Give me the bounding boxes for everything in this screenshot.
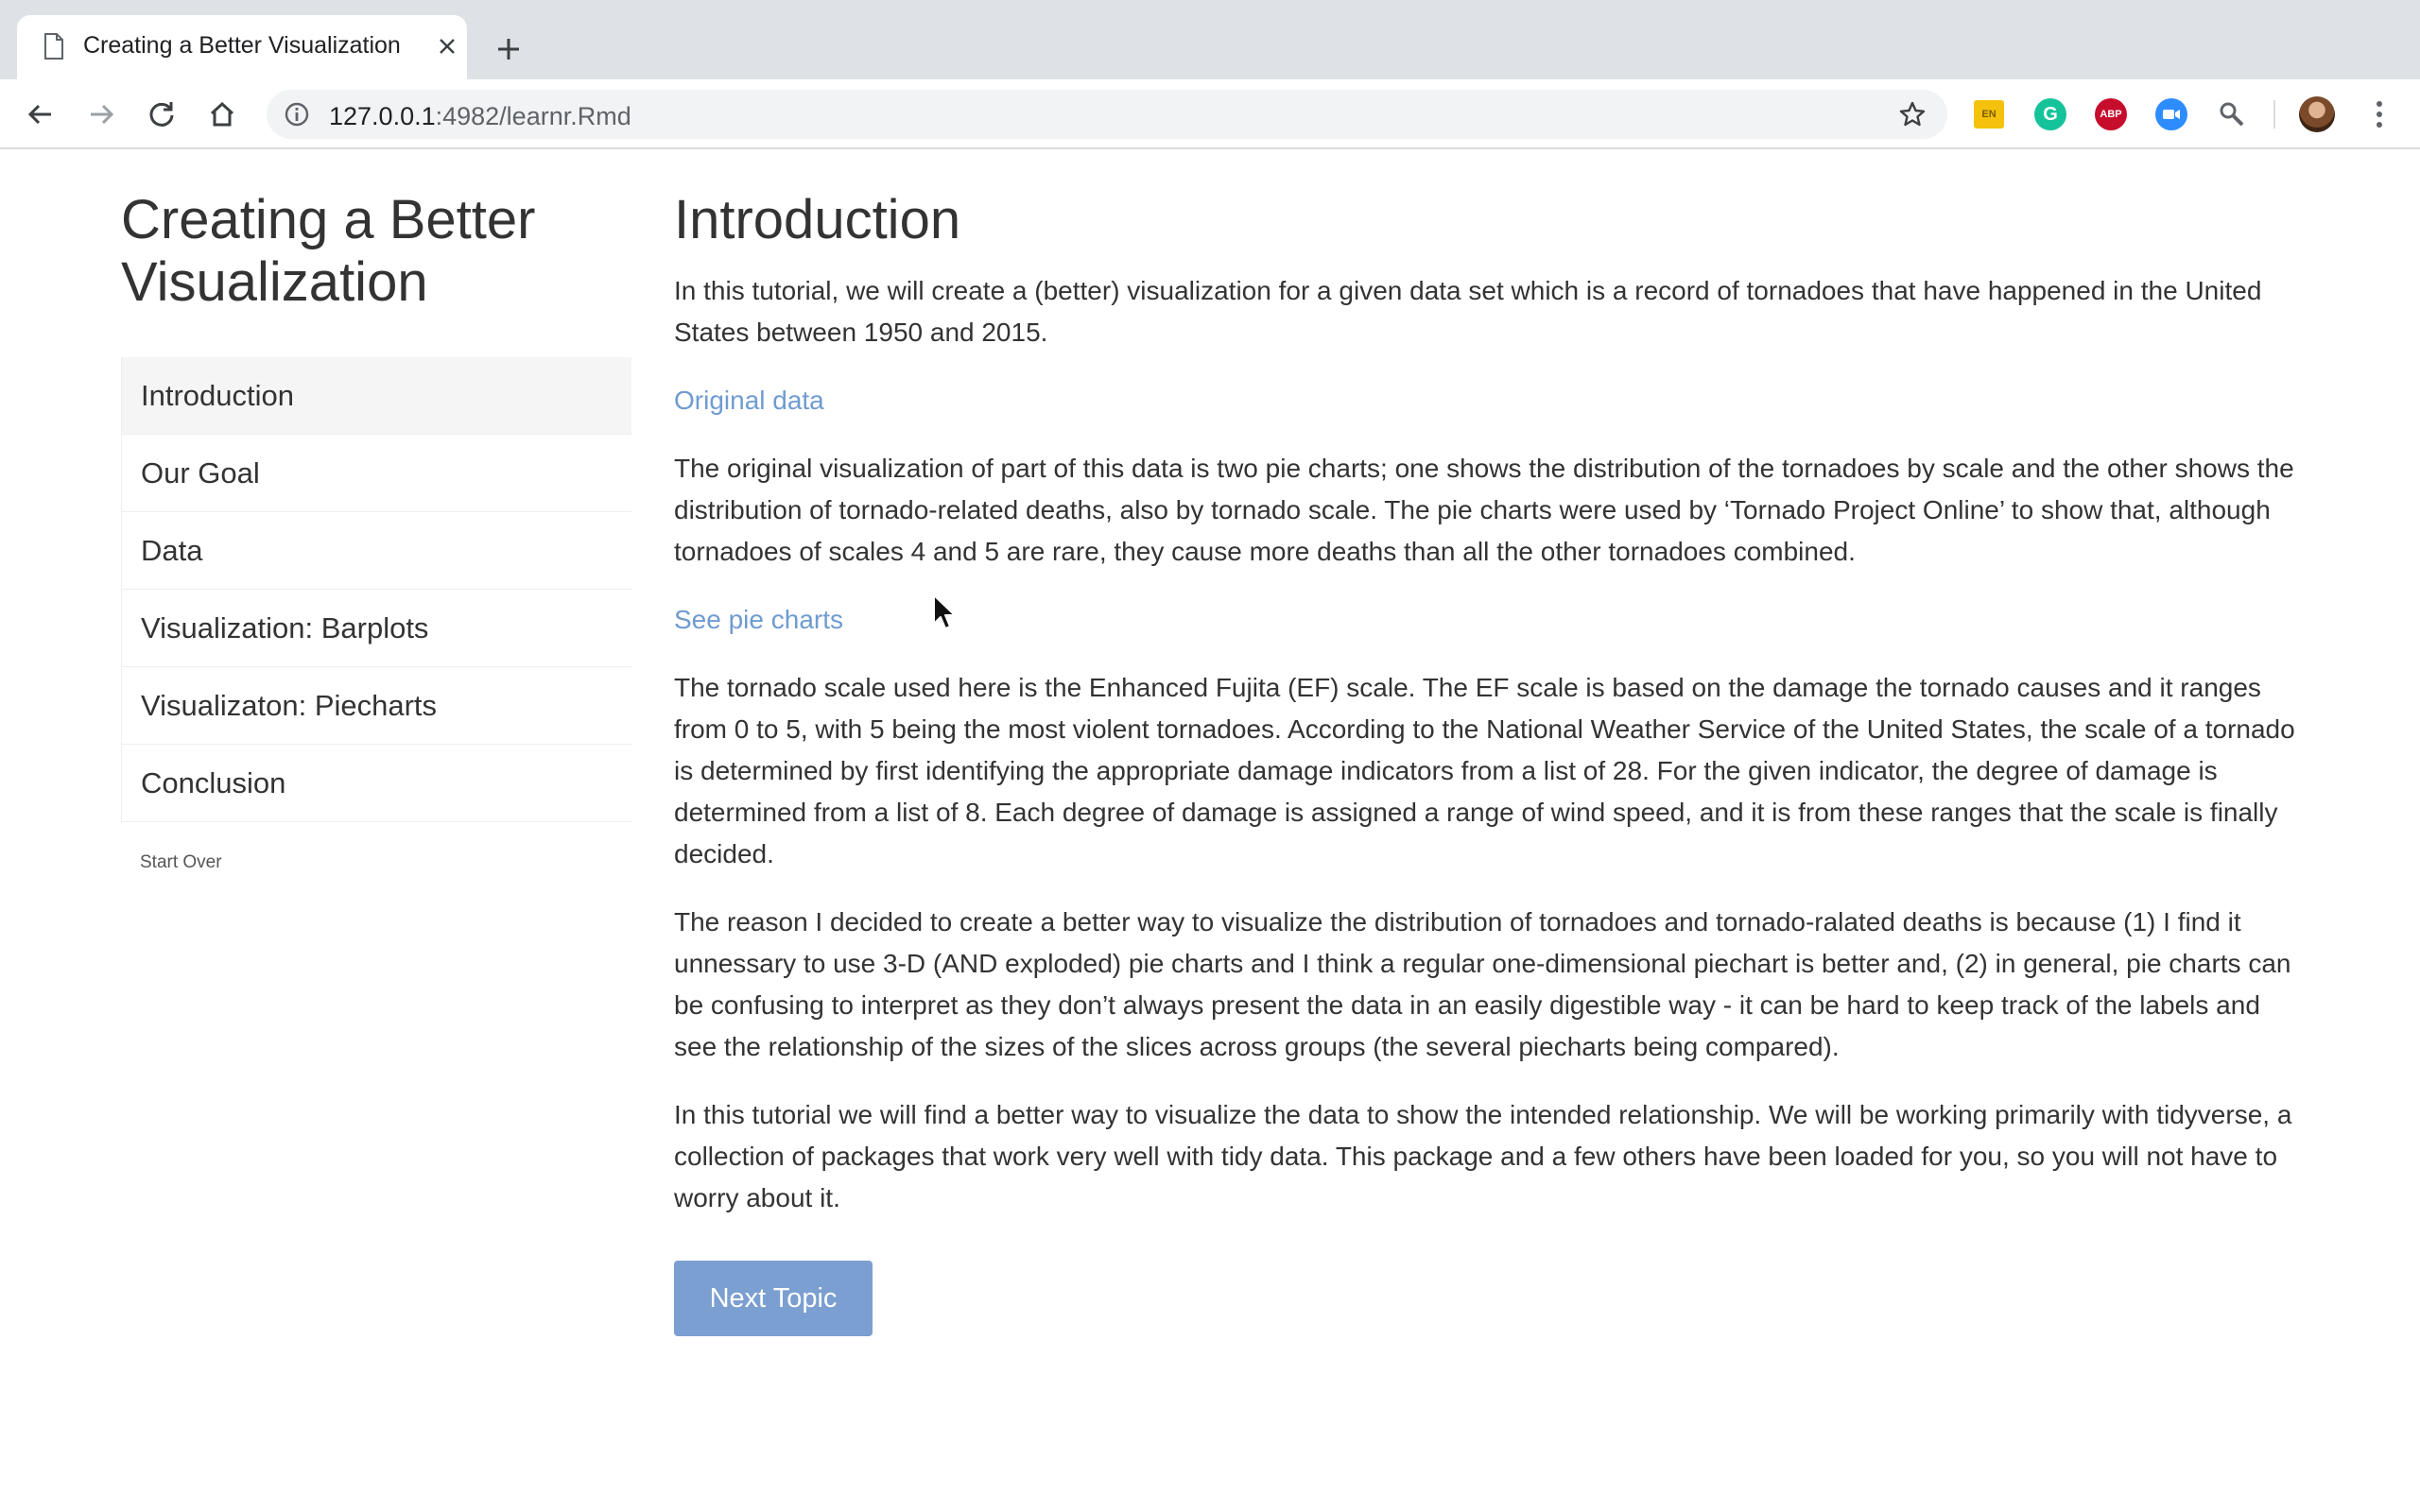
sidebar-item-our-goal[interactable]: Our Goal — [122, 435, 631, 512]
bookmark-star-icon[interactable] — [1898, 100, 1927, 129]
url-text: 127.0.0.1:4982/learnr.Rmd — [329, 102, 631, 131]
pie-chart-paragraph: The original visualization of part of th… — [674, 454, 2294, 566]
extension-puzzle-icon[interactable] — [2216, 98, 2248, 130]
new-tab-plus-icon[interactable] — [492, 32, 526, 66]
sidebar-item-conclusion[interactable]: Conclusion — [122, 745, 631, 822]
browser-tab[interactable]: Creating a Better Visualization — [17, 15, 467, 79]
browser-menu-icon[interactable] — [2363, 98, 2395, 130]
main-content: Introduction In this tutorial, we will c… — [674, 189, 2302, 1336]
next-topic-button[interactable]: Next Topic — [674, 1261, 873, 1336]
url-path: :4982/learnr.Rmd — [435, 102, 631, 130]
sidebar-item-barplots[interactable]: Visualization: Barplots — [122, 590, 631, 667]
address-bar[interactable]: 127.0.0.1:4982/learnr.Rmd — [267, 90, 1947, 139]
reload-icon[interactable] — [142, 94, 182, 134]
ef-scale-paragraph: The tornado scale used here is the Enhan… — [674, 673, 2295, 868]
intro-paragraph: In this tutorial, we will create a (bett… — [674, 276, 2262, 347]
close-icon[interactable] — [435, 34, 459, 59]
reason-paragraph: The reason I decided to create a better … — [674, 907, 2291, 1061]
see-pie-charts-link[interactable]: See pie charts — [674, 599, 2302, 641]
zoom-icon[interactable] — [2155, 98, 2187, 130]
original-data-link[interactable]: Original data — [674, 380, 2302, 421]
sidebar-item-introduction[interactable]: Introduction — [122, 357, 631, 435]
url-host: 127.0.0.1 — [329, 102, 436, 130]
back-arrow-icon[interactable] — [21, 94, 60, 134]
profile-avatar[interactable] — [2299, 96, 2335, 132]
tutorial-page: Creating a Better Visualization Introduc… — [0, 149, 2420, 1512]
start-over-link[interactable]: Start Over — [121, 852, 631, 873]
section-title: Introduction — [674, 189, 961, 250]
grammarly-icon[interactable]: G — [2034, 98, 2066, 130]
forward-arrow-icon[interactable] — [81, 94, 121, 134]
tidyverse-paragraph: In this tutorial we will find a better w… — [674, 1100, 2292, 1212]
home-icon[interactable] — [202, 94, 242, 134]
browser-tab-strip: Creating a Better Visualization — [0, 0, 2420, 79]
adblock-plus-icon[interactable]: ABP — [2095, 98, 2127, 130]
document-icon — [44, 33, 63, 60]
toolbar-separator — [2273, 100, 2275, 129]
tutorial-title: Creating a Better Visualization — [121, 189, 536, 313]
mouse-cursor-icon — [933, 594, 956, 629]
sidebar-item-piecharts[interactable]: Visualizaton: Piecharts — [122, 667, 631, 745]
browser-toolbar: 127.0.0.1:4982/learnr.Rmd EN G ABP — [0, 79, 2420, 149]
sidebar: Creating a Better Visualization Introduc… — [121, 189, 631, 873]
topic-nav: Introduction Our Goal Data Visualization… — [121, 357, 631, 822]
site-info-icon[interactable] — [284, 101, 310, 128]
tab-title: Creating a Better Visualization — [83, 32, 401, 59]
sidebar-item-data[interactable]: Data — [122, 512, 631, 590]
google-translate-icon[interactable]: EN — [1974, 100, 2004, 129]
